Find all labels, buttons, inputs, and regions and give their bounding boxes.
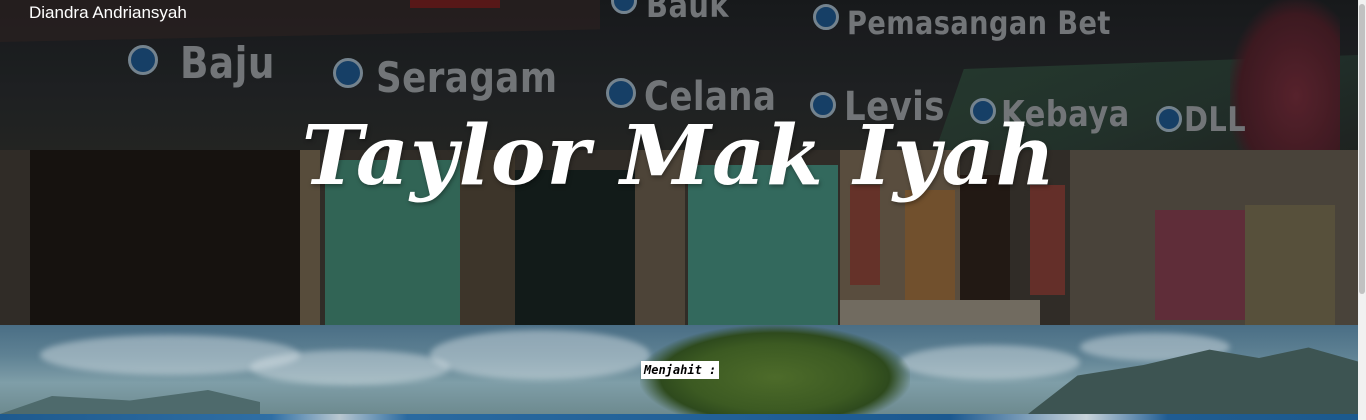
scrollbar-thumb[interactable] (1359, 4, 1365, 294)
next-section-strip (0, 414, 1358, 420)
section-label: Menjahit : (641, 361, 720, 379)
services-section: Menjahit : (0, 325, 1358, 414)
background-mountain (1028, 347, 1358, 414)
page-title: Taylor Mak Iyah (301, 108, 1057, 204)
hero-section: Bauk Pemasangan Bet Baju Seragam Celana … (0, 0, 1358, 325)
background-hills (0, 390, 260, 414)
author-name: Diandra Andriansyah (29, 3, 187, 22)
vertical-scrollbar[interactable] (1358, 0, 1366, 420)
